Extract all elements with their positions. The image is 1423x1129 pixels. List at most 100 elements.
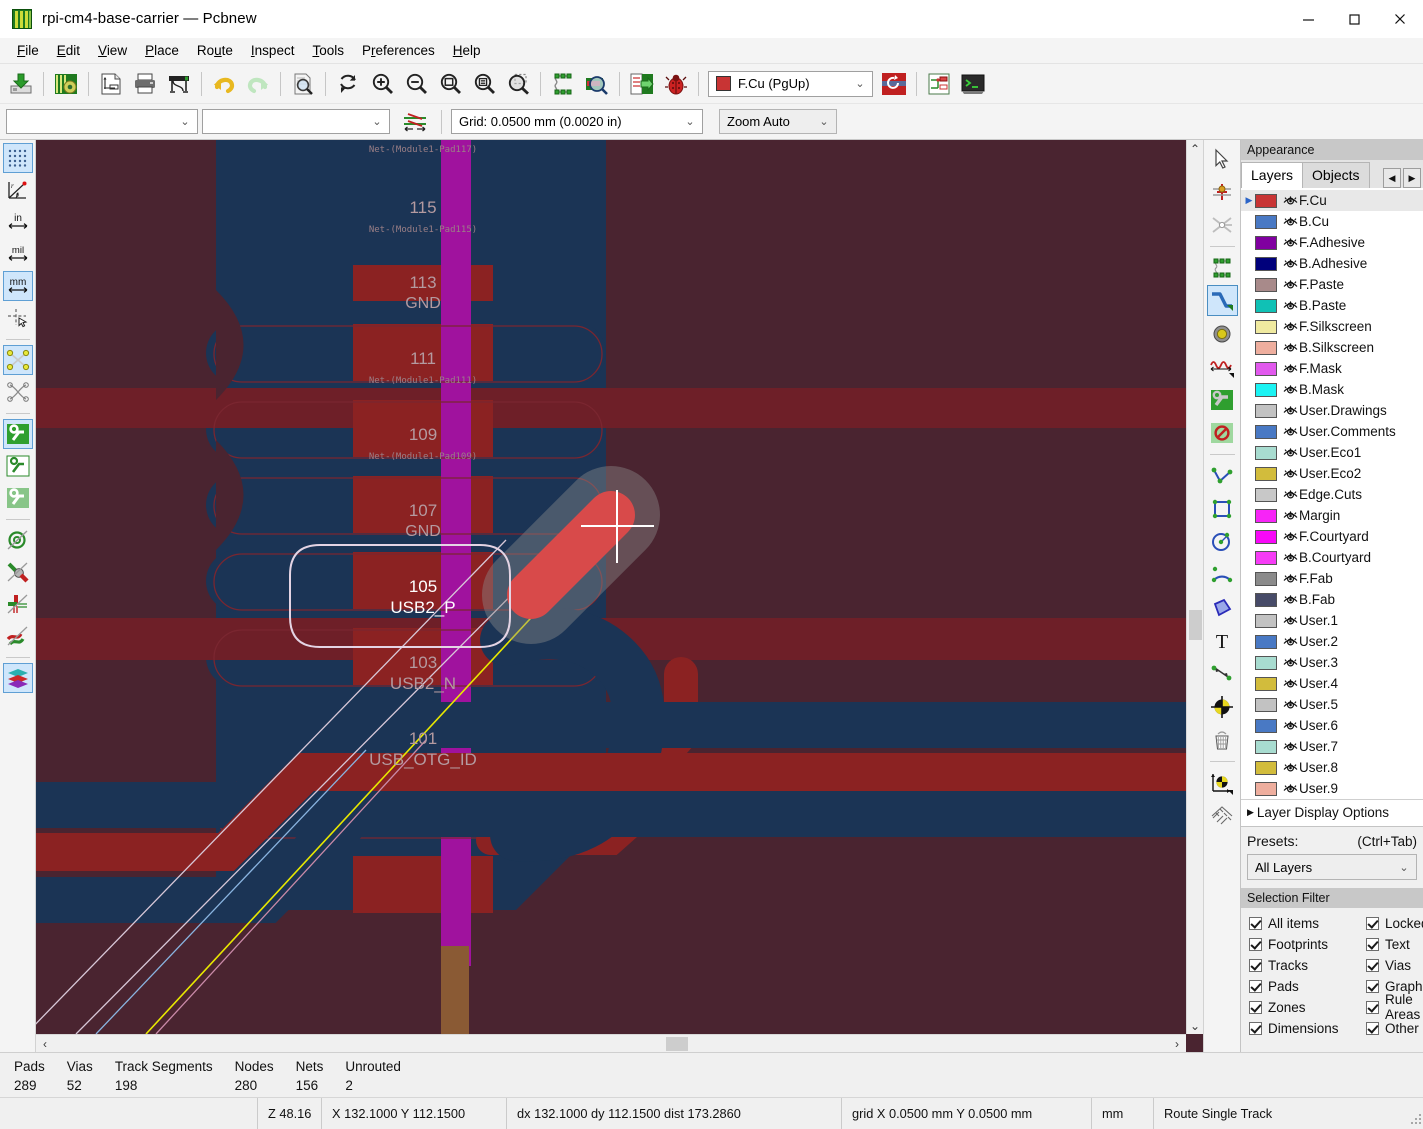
layer-color-swatch[interactable] bbox=[1255, 760, 1277, 775]
filter-vias[interactable]: Vias bbox=[1366, 955, 1423, 975]
layer-color-swatch[interactable] bbox=[1255, 508, 1277, 523]
eye-visible-icon[interactable] bbox=[1282, 636, 1299, 648]
scroll-up-icon[interactable]: ⌃ bbox=[1187, 140, 1203, 157]
draw-arc-button[interactable] bbox=[1207, 559, 1238, 590]
add-via-button[interactable] bbox=[1207, 318, 1238, 349]
layer-color-swatch[interactable] bbox=[1255, 655, 1277, 670]
eye-visible-icon[interactable] bbox=[1282, 741, 1299, 753]
rotate-button[interactable] bbox=[877, 67, 911, 101]
eye-visible-icon[interactable] bbox=[1282, 321, 1299, 333]
checkbox-icon[interactable] bbox=[1366, 1000, 1379, 1014]
layer-color-swatch[interactable] bbox=[1255, 718, 1277, 733]
layer-row-b-adhesive[interactable]: B.Adhesive bbox=[1241, 253, 1423, 274]
layer-row-user-eco2[interactable]: User.Eco2 bbox=[1241, 463, 1423, 484]
layer-display-options-expander[interactable]: ▶ Layer Display Options bbox=[1241, 800, 1423, 827]
net-inspector-button[interactable] bbox=[922, 67, 956, 101]
zoom-in-button[interactable] bbox=[365, 67, 399, 101]
eye-visible-icon[interactable] bbox=[1282, 195, 1299, 207]
layer-color-swatch[interactable] bbox=[1255, 781, 1277, 796]
checkbox-icon[interactable] bbox=[1366, 1021, 1379, 1035]
layer-color-swatch[interactable] bbox=[1255, 592, 1277, 607]
pcb-canvas-container[interactable]: Net-(Module1-Pad117) 115 Net-(Module1-Pa… bbox=[36, 140, 1203, 1052]
eye-visible-icon[interactable] bbox=[1282, 237, 1299, 249]
route-differential-pair-button[interactable] bbox=[1207, 384, 1238, 415]
track-via-size-button[interactable] bbox=[398, 105, 432, 139]
layer-row-user-comments[interactable]: User.Comments bbox=[1241, 421, 1423, 442]
layer-row-f-paste[interactable]: F.Paste bbox=[1241, 274, 1423, 295]
add-footprint-button[interactable] bbox=[1207, 252, 1238, 283]
update-pcb-from-schematic-button[interactable] bbox=[625, 67, 659, 101]
eye-visible-icon[interactable] bbox=[1282, 531, 1299, 543]
curved-ratsnest-button[interactable] bbox=[3, 377, 33, 407]
eye-visible-icon[interactable] bbox=[1282, 279, 1299, 291]
draw-rectangle-button[interactable] bbox=[1207, 493, 1238, 524]
layer-row-f-adhesive[interactable]: F.Adhesive bbox=[1241, 232, 1423, 253]
layer-row-margin[interactable]: Margin bbox=[1241, 505, 1423, 526]
layer-row-b-fab[interactable]: B.Fab bbox=[1241, 589, 1423, 610]
filter-zones[interactable]: Zones bbox=[1249, 997, 1366, 1017]
zone-filled-display-button[interactable] bbox=[2, 419, 33, 449]
layer-row-b-paste[interactable]: B.Paste bbox=[1241, 295, 1423, 316]
layer-row-b-courtyard[interactable]: B.Courtyard bbox=[1241, 547, 1423, 568]
add-target-button[interactable] bbox=[1207, 691, 1238, 722]
layer-color-swatch[interactable] bbox=[1255, 424, 1277, 439]
zoom-fit-page-button[interactable] bbox=[433, 67, 467, 101]
filter-pads[interactable]: Pads bbox=[1249, 976, 1366, 996]
eye-visible-icon[interactable] bbox=[1282, 510, 1299, 522]
track-width-combo[interactable]: ⌄ bbox=[6, 109, 198, 134]
filter-all-items[interactable]: All items bbox=[1249, 913, 1366, 933]
eye-visible-icon[interactable] bbox=[1282, 363, 1299, 375]
zoom-area-button[interactable] bbox=[501, 67, 535, 101]
via-sketch-mode-button[interactable] bbox=[3, 525, 33, 555]
canvas-horizontal-scrollbar[interactable]: ‹ › bbox=[36, 1034, 1186, 1052]
eye-visible-icon[interactable] bbox=[1282, 384, 1299, 396]
layer-row-f-courtyard[interactable]: F.Courtyard bbox=[1241, 526, 1423, 547]
maximize-button[interactable] bbox=[1331, 0, 1377, 38]
eye-visible-icon[interactable] bbox=[1282, 447, 1299, 459]
layer-row-f-cu[interactable]: ▶ F.Cu bbox=[1241, 190, 1423, 211]
scroll-right-icon[interactable]: › bbox=[1168, 1035, 1186, 1052]
zone-hatched-display-button[interactable] bbox=[3, 483, 33, 513]
refresh-button[interactable] bbox=[331, 67, 365, 101]
layer-row-user-6[interactable]: User.6 bbox=[1241, 715, 1423, 736]
grid-combo[interactable]: Grid: 0.0500 mm (0.0020 in) ⌄ bbox=[451, 109, 703, 134]
layer-color-swatch[interactable] bbox=[1255, 613, 1277, 628]
draw-circle-button[interactable] bbox=[1207, 526, 1238, 557]
layer-color-swatch[interactable] bbox=[1255, 340, 1277, 355]
layer-color-swatch[interactable] bbox=[1255, 193, 1277, 208]
menu-help[interactable]: Help bbox=[444, 40, 490, 61]
measure-tool-button[interactable] bbox=[1207, 209, 1238, 240]
eye-visible-icon[interactable] bbox=[1282, 468, 1299, 480]
layer-row-user-eco1[interactable]: User.Eco1 bbox=[1241, 442, 1423, 463]
eye-visible-icon[interactable] bbox=[1282, 699, 1299, 711]
board-setup-button[interactable] bbox=[49, 67, 83, 101]
active-layer-combo[interactable]: F.Cu (PgUp) ⌄ bbox=[708, 70, 873, 97]
eye-visible-icon[interactable] bbox=[1282, 405, 1299, 417]
zoom-fit-objects-button[interactable] bbox=[467, 67, 501, 101]
menu-file[interactable]: File bbox=[8, 40, 48, 61]
minimize-button[interactable] bbox=[1285, 0, 1331, 38]
layer-row-user-7[interactable]: User.7 bbox=[1241, 736, 1423, 757]
layer-color-swatch[interactable] bbox=[1255, 676, 1277, 691]
checkbox-icon[interactable] bbox=[1249, 937, 1262, 951]
units-mils-button[interactable]: mil bbox=[3, 239, 33, 269]
draw-polygon-button[interactable] bbox=[1207, 592, 1238, 623]
eye-visible-icon[interactable] bbox=[1282, 720, 1299, 732]
filter-locked[interactable]: Locked bbox=[1366, 913, 1423, 933]
add-keepout-area-button[interactable] bbox=[1207, 417, 1238, 448]
checkbox-icon[interactable] bbox=[1366, 937, 1379, 951]
scripting-console-button[interactable] bbox=[956, 67, 990, 101]
layer-row-f-silkscreen[interactable]: F.Silkscreen bbox=[1241, 316, 1423, 337]
layers-manager-button[interactable] bbox=[2, 663, 33, 693]
layer-row-user-1[interactable]: User.1 bbox=[1241, 610, 1423, 631]
zone-outline-display-button[interactable] bbox=[3, 451, 33, 481]
graphics-sketch-mode-button[interactable] bbox=[3, 621, 33, 651]
full-window-crosshair-button[interactable] bbox=[3, 303, 33, 333]
filter-other[interactable]: Other bbox=[1366, 1018, 1423, 1038]
menu-preferences[interactable]: Preferences bbox=[353, 40, 444, 61]
scroll-down-icon[interactable]: ⌄ bbox=[1187, 1017, 1203, 1034]
checkbox-icon[interactable] bbox=[1366, 916, 1379, 930]
set-drill-origin-button[interactable] bbox=[1207, 767, 1238, 798]
pad-sketch-mode-button[interactable] bbox=[3, 557, 33, 587]
close-button[interactable] bbox=[1377, 0, 1423, 38]
